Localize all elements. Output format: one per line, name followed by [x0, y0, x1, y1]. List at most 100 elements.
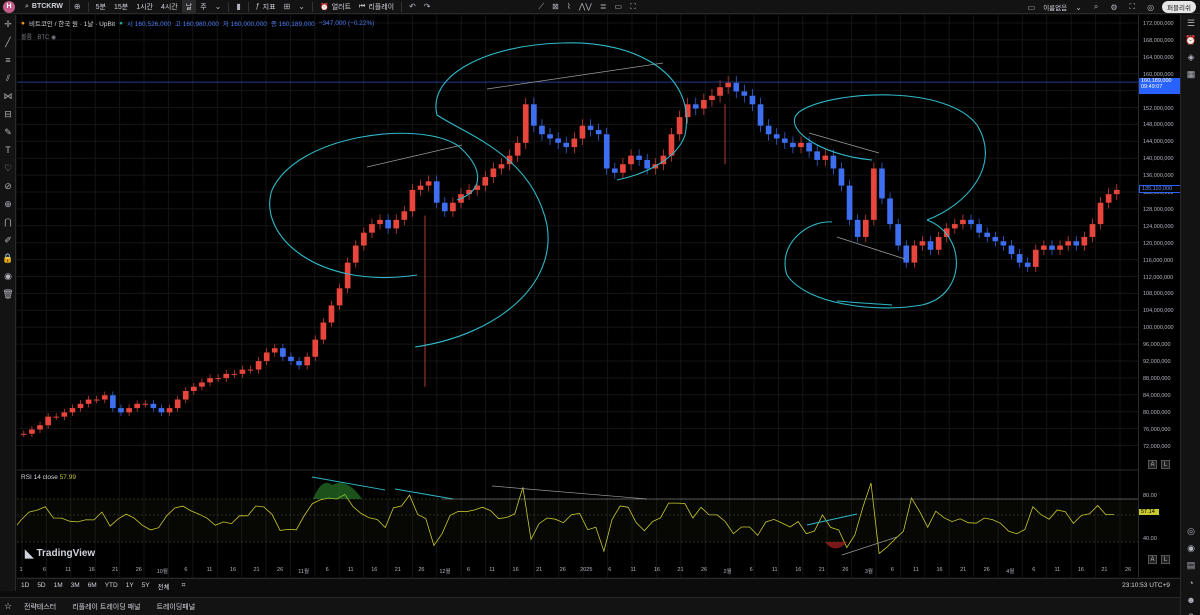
trendline-icon[interactable]: ╱	[0, 33, 16, 51]
templates-icon[interactable]: ⊞	[280, 2, 295, 11]
chart-area[interactable]: ● 비트코인 / 한국 원 · 1날 · UpBit ● 시 160,526,0…	[17, 15, 1138, 577]
interval-4h[interactable]: 4시간	[157, 0, 182, 13]
eye-icon[interactable]: ◉	[51, 35, 56, 41]
interval-week[interactable]: 주	[196, 0, 210, 13]
text-icon[interactable]: T	[0, 141, 16, 159]
symbol-search[interactable]: ⌕ BTCKRW	[19, 0, 70, 13]
time-axis[interactable]: 1 6 11 16 21 26 10월 6 11 16 21 26 11월 6 11 16 21 26 12월 6 11…	[17, 563, 1138, 577]
rsi-value: 57.99	[59, 474, 76, 481]
bitcoin-icon: ●	[21, 19, 25, 27]
indicators-button[interactable]: ƒ 지표	[252, 0, 280, 13]
compare-add-icon[interactable]: ⊕	[70, 2, 85, 11]
horizontal-lines-icon[interactable]: ≡	[0, 51, 16, 69]
series-name[interactable]: 비트코인 / 한국 원 · 1날 · UpBit	[29, 18, 115, 28]
magnet-icon[interactable]: ⋂	[0, 213, 16, 231]
price-scale[interactable]: 172,000,000 168,000,000 164,000,000 160,000…	[1138, 15, 1181, 577]
range-1d[interactable]: 1D	[17, 582, 33, 589]
expand-icon[interactable]: ⛶	[626, 2, 640, 12]
auto-scale-button[interactable]: A	[1148, 460, 1157, 469]
range-3m[interactable]: 3M	[67, 582, 84, 589]
range-5y[interactable]: 5Y	[138, 582, 154, 589]
measure-icon[interactable]: ⊟	[0, 105, 16, 123]
cross-tool-icon[interactable]: ⊠	[548, 2, 563, 11]
candle-type-icon[interactable]: ▮	[232, 2, 244, 11]
candle-body	[134, 403, 141, 409]
alerts-icon[interactable]: ⏰	[1181, 32, 1200, 49]
chevron-down-icon[interactable]: ⌄	[294, 2, 309, 11]
ideas-icon[interactable]: ◉	[1181, 540, 1200, 557]
settings-icon[interactable]: ⚙	[1106, 3, 1121, 12]
range-ytd[interactable]: YTD	[101, 582, 122, 589]
star-icon[interactable]: ☆	[0, 601, 16, 612]
interval-5m[interactable]: 5분	[92, 0, 110, 13]
go-to-date-icon[interactable]: ⌗	[178, 582, 190, 590]
rectangle-tool-icon[interactable]: ▭	[611, 2, 627, 11]
zoom-in-icon[interactable]: ⊕	[0, 195, 16, 213]
target-icon[interactable]: ◎	[1181, 523, 1200, 540]
search-icon[interactable]: ⌕	[1090, 2, 1102, 12]
layers-icon[interactable]: ◈	[1181, 49, 1200, 66]
brush-icon[interactable]: ✎	[0, 123, 16, 141]
clock[interactable]: 23:10:53 UTC+9	[1122, 582, 1170, 589]
pattern-tool-icon[interactable]: ⋀⋁	[575, 2, 596, 11]
tradingview-logo[interactable]: ◣ TradingView	[25, 547, 95, 560]
fullscreen-icon[interactable]: ⛶	[1125, 2, 1139, 12]
publish-button[interactable]: 퍼블리쉬	[1162, 1, 1196, 13]
calendar-grid-icon[interactable]: ▤	[1181, 557, 1200, 574]
lock-drawings-icon[interactable]: ✐	[0, 231, 16, 249]
candle-body	[182, 390, 189, 400]
pattern-icon[interactable]: ⋈	[0, 87, 16, 105]
ruler-icon[interactable]: ⊘	[0, 177, 16, 195]
undo-icon[interactable]: ↶	[405, 2, 420, 11]
crosshair-icon[interactable]: ✛	[0, 15, 16, 33]
time-label: 16	[936, 567, 943, 573]
candle-body	[571, 138, 578, 148]
range-1m[interactable]: 1M	[50, 582, 67, 589]
tab-trading-panel[interactable]: 트레이딩패널	[149, 602, 204, 612]
range-all[interactable]: 전체	[154, 581, 174, 591]
tab-strategy-tester[interactable]: 전략테스터	[16, 602, 64, 612]
help-icon[interactable]: ?	[1181, 608, 1200, 615]
range-6m[interactable]: 6M	[84, 582, 101, 589]
chat-icon[interactable]: ☻	[1181, 591, 1200, 608]
range-5d[interactable]: 5D	[33, 582, 49, 589]
calendar-icon[interactable]: ▦	[1181, 66, 1200, 83]
path-tool-icon[interactable]: ⌇	[563, 2, 575, 11]
interval-day[interactable]: 날	[181, 0, 197, 13]
channel-icon[interactable]: ⫽	[0, 69, 16, 87]
layout-icon[interactable]: ▭	[1024, 3, 1040, 12]
fib-tool-icon[interactable]: ≣	[596, 2, 611, 11]
price-chart[interactable]	[17, 15, 1138, 577]
candle-body	[1097, 202, 1104, 225]
time-label: 11	[65, 567, 71, 573]
rsi-log-scale-button[interactable]: L	[1161, 555, 1170, 564]
trendline-tool-icon[interactable]: ⟋	[535, 2, 549, 12]
candle-body	[911, 245, 918, 263]
watchlist-icon[interactable]: ☰	[1181, 15, 1200, 32]
user-avatar[interactable]: H	[3, 0, 15, 13]
replay-button[interactable]: ⏮ 리플레이	[355, 0, 398, 13]
rsi-legend[interactable]: RSI 14 close 57.99	[21, 474, 76, 481]
tab-replay-trading[interactable]: 리플레이 트레이딩 패널	[64, 602, 148, 612]
candle-body	[879, 168, 885, 199]
volume-legend[interactable]: 볼륨 · BTC ◉	[21, 32, 56, 41]
price-label: 136,000,000	[1143, 173, 1174, 180]
candle-body	[263, 352, 270, 362]
layout-name[interactable]: 이름없음	[1043, 2, 1067, 12]
log-scale-button[interactable]: L	[1161, 460, 1170, 469]
camera-icon[interactable]: ◎	[1143, 3, 1158, 12]
notifications-icon[interactable]: ◔	[1181, 574, 1200, 591]
chevron-down-icon[interactable]: ⌄	[211, 2, 226, 11]
eye-icon[interactable]: ◉	[0, 267, 16, 285]
trash-icon[interactable]: 🗑	[0, 285, 16, 303]
interval-15m[interactable]: 15분	[110, 0, 132, 13]
interval-1h[interactable]: 1시간	[132, 0, 157, 13]
range-1y[interactable]: 1Y	[122, 582, 138, 589]
redo-icon[interactable]: ↷	[420, 2, 435, 11]
chevron-down-icon[interactable]: ⌄	[1071, 3, 1086, 12]
heart-icon[interactable]: ♡	[0, 159, 16, 177]
candle-body	[757, 104, 764, 126]
rsi-auto-scale-button[interactable]: A	[1148, 555, 1157, 564]
lock-icon[interactable]: 🔒	[0, 249, 16, 267]
alert-button[interactable]: ⏰ 얼러트	[316, 0, 355, 13]
